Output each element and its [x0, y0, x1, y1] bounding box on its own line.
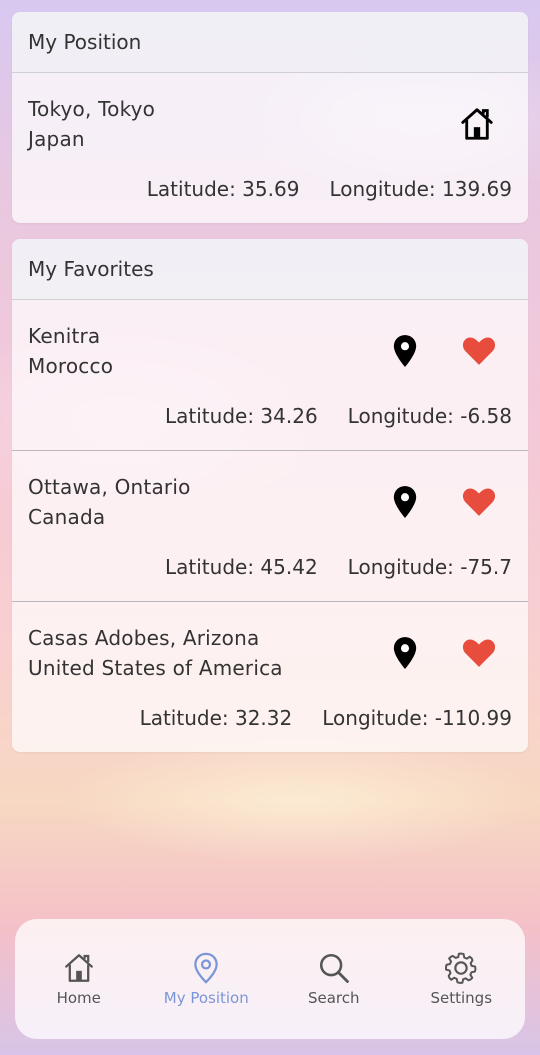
home-icon: [64, 954, 93, 982]
heart-icon[interactable]: [462, 487, 496, 517]
search-icon: [319, 953, 349, 983]
favorite-item[interactable]: Kenitra Morocco Latitude: 34.26 Longitud…: [12, 300, 528, 451]
nav-search-label: Search: [307, 989, 360, 1007]
nav-home-label: Home: [56, 989, 101, 1007]
home-icon[interactable]: [458, 105, 496, 143]
favorite-item[interactable]: Casas Adobes, Arizona United States of A…: [12, 602, 528, 752]
nav-my-position[interactable]: My Position: [146, 951, 266, 1007]
my-position-title: My Position: [28, 30, 142, 54]
map-pin-icon[interactable]: [392, 485, 418, 519]
favorite-coordinates: Latitude: 32.32 Longitude: -110.99: [140, 706, 512, 730]
favorite-country: Canada: [28, 505, 106, 529]
favorite-coordinates: Latitude: 45.42 Longitude: -75.7: [165, 555, 512, 579]
my-favorites-title: My Favorites: [28, 257, 154, 281]
current-coordinates: Latitude: 35.69 Longitude: 139.69: [147, 177, 512, 201]
map-pin-icon[interactable]: [392, 334, 418, 368]
current-city: Tokyo, Tokyo: [28, 97, 156, 121]
nav-settings-label: Settings: [430, 989, 493, 1007]
my-favorites-card: My Favorites Kenitra Morocco Latitude: 3…: [12, 239, 528, 752]
favorite-longitude: Longitude: -75.7: [347, 555, 512, 579]
gear-icon: [445, 952, 477, 984]
favorite-item[interactable]: Ottawa, Ontario Canada Latitude: 45.42 L…: [12, 451, 528, 602]
nav-my-position-label: My Position: [163, 989, 249, 1007]
heart-icon[interactable]: [462, 336, 496, 366]
favorite-city: Casas Adobes, Arizona: [28, 626, 260, 650]
my-position-card: My Position Tokyo, Tokyo Japan Latitude:…: [12, 12, 528, 223]
favorite-country: United States of America: [28, 656, 283, 680]
favorite-country: Morocco: [28, 354, 114, 378]
my-favorites-header: My Favorites: [12, 239, 528, 300]
location-pin-icon: [194, 952, 219, 984]
nav-search[interactable]: Search: [274, 951, 394, 1007]
favorite-city: Kenitra: [28, 324, 101, 348]
current-location-entry[interactable]: Tokyo, Tokyo Japan Latitude: 35.69 Longi…: [12, 73, 528, 223]
favorite-longitude: Longitude: -6.58: [347, 404, 512, 428]
favorite-latitude: Latitude: 32.32: [139, 706, 293, 730]
favorite-latitude: Latitude: 34.26: [165, 404, 318, 428]
heart-icon[interactable]: [462, 638, 496, 668]
favorite-city: Ottawa, Ontario: [28, 475, 191, 499]
nav-home[interactable]: Home: [19, 951, 139, 1007]
map-pin-icon[interactable]: [392, 636, 418, 670]
current-country: Japan: [28, 127, 85, 151]
my-position-header: My Position: [12, 12, 528, 73]
current-longitude: Longitude: 139.69: [329, 177, 512, 201]
favorite-coordinates: Latitude: 34.26 Longitude: -6.58: [165, 404, 512, 428]
favorite-latitude: Latitude: 45.42: [165, 555, 318, 579]
nav-settings[interactable]: Settings: [401, 951, 521, 1007]
current-latitude: Latitude: 35.69: [146, 177, 300, 201]
bottom-navigation: Home My Position Search Settings: [15, 919, 525, 1039]
favorite-longitude: Longitude: -110.99: [322, 706, 512, 730]
